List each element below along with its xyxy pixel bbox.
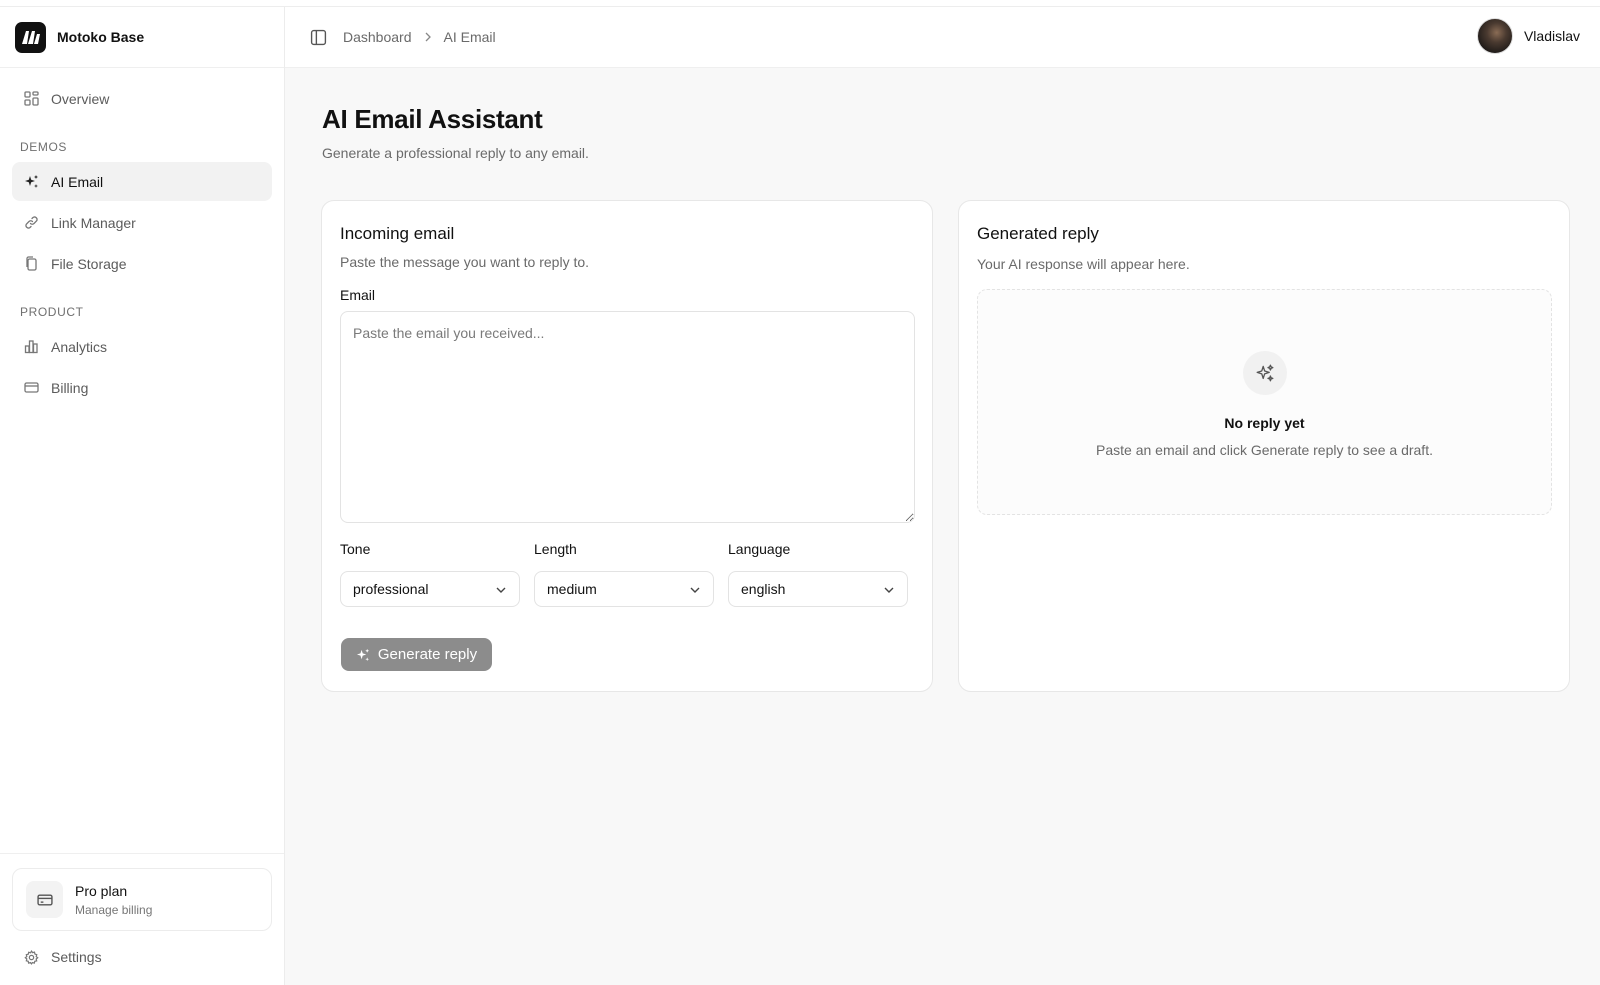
empty-title: No reply yet [1224,415,1305,431]
sidebar-item-label: Link Manager [51,214,136,231]
link-icon [23,215,39,231]
card-icon [23,380,39,396]
sidebar-item-settings[interactable]: Settings [12,937,272,977]
card-title: Incoming email [340,224,455,243]
email-input[interactable] [340,311,915,523]
language-label: Language [728,541,791,557]
sidebar-nav: Overview DEMOS AI Email Link Manager Fil… [0,68,284,407]
sidebar-item-label: Billing [51,379,89,396]
chevron-down-icon [495,583,507,599]
plan-card[interactable]: Pro plan Manage billing [12,868,272,931]
sidebar-item-analytics[interactable]: Analytics [12,327,272,366]
plan-title: Pro plan [75,882,128,899]
files-icon [23,256,39,272]
sidebar-item-file-storage[interactable]: File Storage [12,244,272,283]
card-subtitle: Paste the message you want to reply to. [340,254,590,270]
user-menu[interactable]: Vladislav [1476,18,1580,54]
main-content: Dashboard AI Email Vladislav AI Email As… [285,7,1600,985]
sidebar-item-label: Overview [51,90,110,107]
sidebar-item-label: AI Email [51,173,104,190]
generate-reply-button[interactable]: Generate reply [341,638,492,671]
tone-value: professional [353,581,429,597]
empty-reply-state: No reply yet Paste an email and click Ge… [977,289,1552,515]
sidebar-item-billing[interactable]: Billing [12,368,272,407]
length-value: medium [547,581,597,597]
language-select[interactable]: english [728,571,908,607]
sidebar-item-label: Analytics [51,338,108,355]
sidebar-item-link-manager[interactable]: Link Manager [12,203,272,242]
card-title: Generated reply [977,224,1099,243]
sidebar-item-ai-email[interactable]: AI Email [12,162,272,201]
card-subtitle: Your AI response will appear here. [977,256,1190,272]
sidebar-toggle-icon[interactable] [310,29,327,46]
breadcrumb: Dashboard AI Email [343,29,496,45]
plan-subtitle: Manage billing [75,902,153,917]
card-icon [26,881,63,918]
incoming-email-card: Incoming email Paste the message you wan… [321,200,933,692]
sparkle-icon [1243,351,1287,395]
gear-icon [23,949,39,965]
avatar [1476,18,1513,54]
sidebar-item-label: File Storage [51,255,127,272]
generate-reply-label: Generate reply [377,646,478,663]
generated-reply-card: Generated reply Your AI response will ap… [958,200,1570,692]
empty-subtitle: Paste an email and click Generate reply … [1096,442,1433,458]
brand-name: Motoko Base [57,29,145,45]
grid-icon [23,91,39,107]
page-subtitle: Generate a professional reply to any ema… [322,145,589,161]
email-label: Email [340,287,376,303]
language-value: english [741,581,786,597]
user-name: Vladislav [1523,28,1580,44]
top-header: Dashboard AI Email Vladislav [285,7,1600,68]
sparkle-icon [23,174,39,190]
brand-logo-icon [15,21,46,53]
chevron-down-icon [689,583,701,599]
tone-select[interactable]: professional [340,571,520,607]
page-title: AI Email Assistant [322,104,543,134]
length-select[interactable]: medium [534,571,714,607]
section-label-demos: DEMOS [20,140,68,154]
sidebar-item-overview[interactable]: Overview [12,79,272,118]
sidebar: Motoko Base Overview DEMOS AI Email Link… [0,7,285,985]
length-label: Length [534,541,577,557]
chevron-right-icon [424,32,432,42]
sidebar-footer: Pro plan Manage billing Settings [0,853,284,985]
chart-icon [23,339,39,355]
brand[interactable]: Motoko Base [0,7,284,68]
sidebar-item-label: Settings [51,949,102,965]
window-top-edge [0,0,1600,7]
sparkle-icon [356,648,370,662]
breadcrumb-dashboard[interactable]: Dashboard [343,29,412,45]
section-label-product: PRODUCT [20,305,84,319]
chevron-down-icon [883,583,895,599]
tone-label: Tone [340,541,371,557]
breadcrumb-current: AI Email [443,29,496,45]
